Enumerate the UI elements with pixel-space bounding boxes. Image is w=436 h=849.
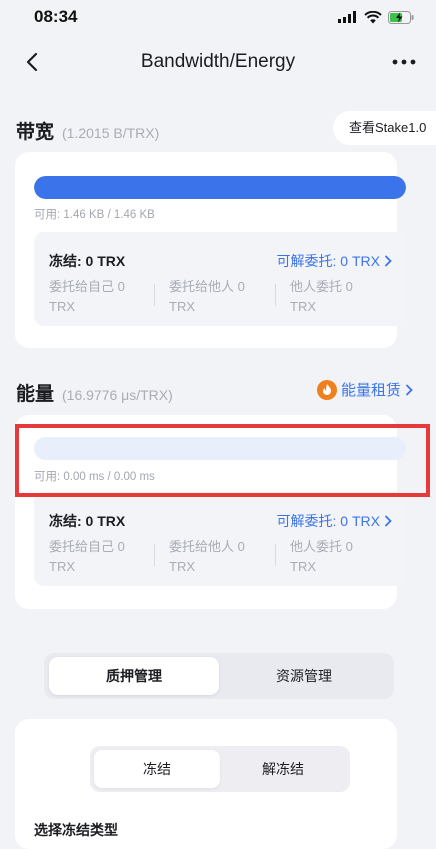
page-title: Bandwidth/Energy <box>140 51 296 72</box>
bandwidth-usage-text: 可用: 1.46 KB / 1.46 KB <box>34 209 155 221</box>
chevron-right-icon <box>385 515 392 527</box>
delegate-others-unit: TRX <box>169 299 195 314</box>
energy-rate: (16.9776 μs/TRX) <box>62 387 173 403</box>
energy-title: 能量 <box>16 384 55 405</box>
energy-rent-button[interactable]: 能量租赁 <box>317 379 413 400</box>
delegate-others-value: 委托给他人 0 <box>169 279 245 294</box>
status-time: 08:34 <box>34 7 78 26</box>
energy-undelegate-link[interactable]: 可解委托: 0 TRX <box>277 511 392 531</box>
view-stake1-button[interactable]: 查看Stake1.0 <box>333 111 436 145</box>
bandwidth-delegate-self: 委托给自己 0 TRX <box>49 277 125 317</box>
energy-delegate-others: 委托给他人 0 TRX <box>169 537 245 577</box>
bandwidth-usage-bar <box>34 176 406 199</box>
energy-header: 能量 (16.9776 μs/TRX) <box>16 379 173 406</box>
delegated-by-others-value: 他人委托 0 <box>290 279 353 294</box>
select-freeze-type-label: 选择冻结类型 <box>34 822 118 838</box>
chevron-right-icon <box>406 384 413 395</box>
delegate-self-value: 委托给自己 0 <box>49 539 125 554</box>
tab-freeze[interactable]: 冻结 <box>94 750 220 788</box>
chevron-left-icon <box>26 52 38 72</box>
divider <box>154 544 155 566</box>
delegated-by-others-value: 他人委托 0 <box>290 539 353 554</box>
delegate-others-unit: TRX <box>169 559 195 574</box>
energy-frozen: 冻结: 0 TRX <box>49 513 126 529</box>
tab-unfreeze[interactable]: 解冻结 <box>220 750 346 788</box>
energy-usage-text: 可用: 0.00 ms / 0.00 ms <box>34 471 155 483</box>
freeze-card: 冻结 解冻结 选择冻结类型 <box>15 719 397 849</box>
energy-rent-label: 能量租赁 <box>341 382 402 399</box>
wifi-icon <box>364 10 382 23</box>
more-button[interactable] <box>388 48 420 76</box>
management-tabs: 质押管理 资源管理 <box>44 653 394 699</box>
tab-stake-management[interactable]: 质押管理 <box>49 657 219 695</box>
bandwidth-undelegate-label: 可解委托: 0 TRX <box>276 253 380 269</box>
bandwidth-delegated-by-others: 他人委托 0 TRX <box>290 277 353 317</box>
delegate-self-unit: TRX <box>49 299 75 314</box>
delegate-self-value: 委托给自己 0 <box>49 279 125 294</box>
status-icons <box>338 10 414 24</box>
bandwidth-delegate-others: 委托给他人 0 TRX <box>169 277 245 317</box>
delegate-others-value: 委托给他人 0 <box>169 539 245 554</box>
chevron-right-icon <box>385 255 392 267</box>
energy-undelegate-label: 可解委托: 0 TRX <box>276 513 380 529</box>
freeze-tabs: 冻结 解冻结 <box>90 746 350 792</box>
energy-stake-box: 冻结: 0 TRX 可解委托: 0 TRX 委托给自己 0 TRX 委托给他人 … <box>34 492 406 586</box>
more-icon <box>392 59 416 65</box>
bandwidth-card: 可用: 1.46 KB / 1.46 KB 冻结: 0 TRX 可解委托: 0 … <box>15 152 406 348</box>
battery-charging-icon <box>388 10 414 24</box>
bandwidth-usage-fill <box>34 176 406 199</box>
divider <box>275 544 276 566</box>
flame-icon <box>317 379 337 400</box>
divider <box>275 284 276 306</box>
delegated-by-others-unit: TRX <box>290 559 316 574</box>
back-button[interactable] <box>18 48 46 76</box>
energy-card: 可用: 0.00 ms / 0.00 ms 冻结: 0 TRX 可解委托: 0 … <box>15 415 406 609</box>
tab-resource-management[interactable]: 资源管理 <box>219 657 389 695</box>
bandwidth-stake-box: 冻结: 0 TRX 可解委托: 0 TRX 委托给自己 0 TRX 委托给他人 … <box>34 232 406 326</box>
signal-icon <box>338 11 356 23</box>
delegate-self-unit: TRX <box>49 559 75 574</box>
bandwidth-header: 带宽 (1.2015 B/TRX) <box>16 117 159 144</box>
bandwidth-undelegate-link[interactable]: 可解委托: 0 TRX <box>277 251 392 271</box>
delegated-by-others-unit: TRX <box>290 299 316 314</box>
bandwidth-frozen: 冻结: 0 TRX <box>49 253 126 269</box>
divider <box>154 284 155 306</box>
bandwidth-rate: (1.2015 B/TRX) <box>62 125 160 141</box>
energy-usage-bar <box>34 437 406 460</box>
energy-delegated-by-others: 他人委托 0 TRX <box>290 537 353 577</box>
bandwidth-title: 带宽 <box>16 122 55 143</box>
nav-bar: Bandwidth/Energy <box>0 40 436 84</box>
status-bar: 08:34 <box>0 0 436 34</box>
energy-delegate-self: 委托给自己 0 TRX <box>49 537 125 577</box>
